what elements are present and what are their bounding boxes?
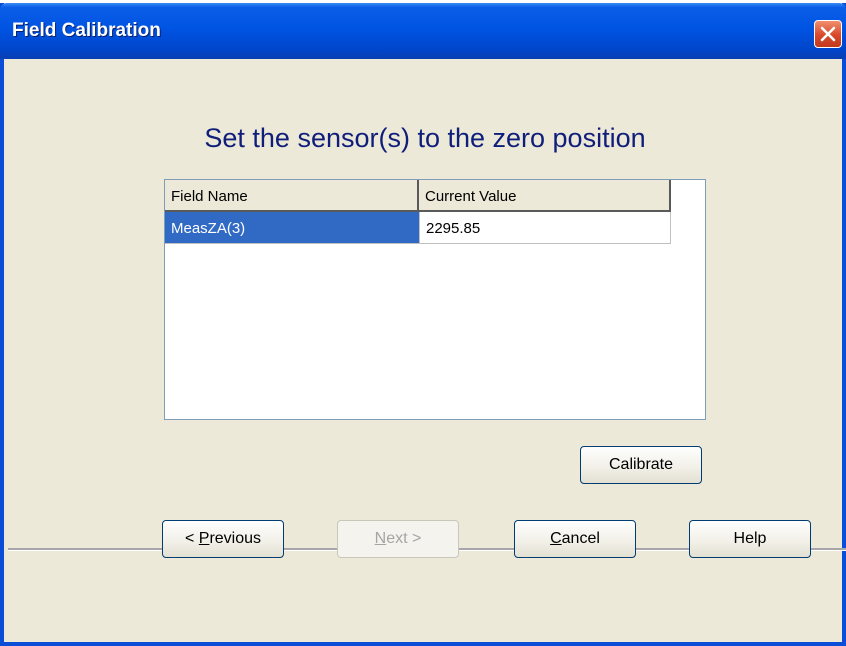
column-header-current-value[interactable]: Current Value bbox=[419, 180, 671, 212]
column-header-field-name[interactable]: Field Name bbox=[165, 180, 419, 212]
previous-mnemonic: P bbox=[198, 530, 210, 547]
previous-button[interactable]: < Previous bbox=[162, 520, 284, 558]
grid-header: Field Name Current Value bbox=[165, 180, 671, 212]
previous-label-rest: revious bbox=[209, 530, 262, 547]
help-button[interactable]: Help bbox=[689, 520, 811, 558]
cell-current-value[interactable]: 2295.85 bbox=[419, 212, 671, 244]
cell-field-name[interactable]: MeasZA(3) bbox=[165, 212, 419, 244]
title-bar[interactable]: Field Calibration bbox=[0, 3, 846, 59]
next-label-rest: ext > bbox=[386, 530, 422, 547]
close-button[interactable] bbox=[814, 20, 842, 48]
cancel-button[interactable]: Cancel bbox=[514, 520, 636, 558]
field-calibration-window: Field Calibration Set the sensor(s) to t… bbox=[0, 3, 846, 646]
page-heading: Set the sensor(s) to the zero position bbox=[204, 123, 646, 153]
cancel-label-rest: ancel bbox=[561, 530, 600, 547]
previous-prefix: < bbox=[184, 530, 199, 547]
table-row[interactable]: MeasZA(3) 2295.85 bbox=[165, 212, 671, 244]
content-panel: Set the sensor(s) to the zero position F… bbox=[12, 59, 838, 539]
close-icon bbox=[820, 26, 836, 42]
window-title: Field Calibration bbox=[12, 20, 161, 41]
next-mnemonic: N bbox=[374, 530, 387, 547]
cancel-mnemonic: C bbox=[550, 530, 562, 547]
next-button[interactable]: Next > bbox=[337, 520, 459, 558]
calibrate-button[interactable]: Calibrate bbox=[580, 446, 702, 484]
field-grid[interactable]: Field Name Current Value MeasZA(3) 2295.… bbox=[164, 179, 706, 420]
